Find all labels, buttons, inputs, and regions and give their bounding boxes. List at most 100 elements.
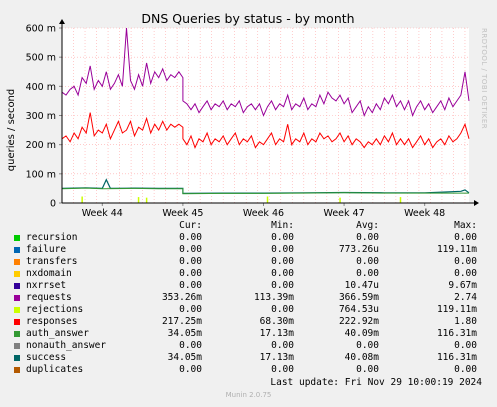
legend-max: 116.31m bbox=[436, 328, 477, 339]
legend-max: 0.00 bbox=[454, 268, 477, 279]
legend-cur: 0.00 bbox=[179, 232, 202, 243]
legend-row-recursion: recursion 0.00 0.00 0.00 0.00 bbox=[0, 232, 497, 244]
legend-swatch bbox=[14, 331, 20, 337]
legend-avg: 40.08m bbox=[344, 352, 379, 363]
legend-swatch bbox=[14, 355, 20, 361]
legend-cur: 353.26m bbox=[161, 292, 202, 303]
legend-name: responses bbox=[26, 316, 78, 327]
legend-row-duplicates: duplicates 0.00 0.00 0.00 0.00 bbox=[0, 364, 497, 376]
legend-min: 0.00 bbox=[271, 232, 294, 243]
chart-title: DNS Queries by status - by month bbox=[141, 11, 354, 26]
legend-max: 116.31m bbox=[436, 352, 477, 363]
legend-name: auth_answer bbox=[26, 328, 89, 339]
legend-swatch bbox=[14, 295, 20, 301]
legend-min: 0.00 bbox=[271, 256, 294, 267]
legend-min: 0.00 bbox=[271, 340, 294, 351]
chart-area: DNS Queries by status - by month queries… bbox=[0, 0, 497, 220]
legend-name: nxrrset bbox=[26, 280, 67, 291]
legend-min: 0.00 bbox=[271, 304, 294, 315]
legend-cur: 0.00 bbox=[179, 268, 202, 279]
legend-name: recursion bbox=[26, 232, 78, 243]
x-tick-label: Week 47 bbox=[324, 208, 365, 219]
legend-max: 0.00 bbox=[454, 256, 477, 267]
legend-name: nonauth_answer bbox=[26, 340, 107, 351]
y-axis-label: queries / second bbox=[6, 89, 17, 171]
legend-cur: 0.00 bbox=[179, 244, 202, 255]
legend-cur: 34.05m bbox=[167, 328, 202, 339]
legend-cur: 217.25m bbox=[161, 316, 202, 327]
legend-max: 0.00 bbox=[454, 364, 477, 375]
legend-swatch bbox=[14, 319, 20, 325]
legend-row-failure: failure 0.00 0.00 773.26u 119.11m bbox=[0, 244, 497, 256]
x-tick-label: Week 48 bbox=[404, 208, 445, 219]
legend-min: 0.00 bbox=[271, 244, 294, 255]
legend-swatch bbox=[14, 343, 20, 349]
x-tick-label: Week 44 bbox=[82, 208, 123, 219]
legend-swatch bbox=[14, 259, 20, 265]
legend-min: 0.00 bbox=[271, 268, 294, 279]
legend-row-responses: responses 217.25m 68.30m 222.92m 1.80 bbox=[0, 316, 497, 328]
legend-cur: 34.05m bbox=[167, 352, 202, 363]
y-tick-label: 300 m bbox=[26, 111, 56, 122]
x-tick-label: Week 45 bbox=[162, 208, 203, 219]
legend-min: 68.30m bbox=[259, 316, 294, 327]
legend-min: 0.00 bbox=[271, 364, 294, 375]
legend-swatch bbox=[14, 307, 20, 313]
legend-swatch bbox=[14, 367, 20, 373]
legend-name: duplicates bbox=[26, 364, 84, 375]
y-tick-label: 500 m bbox=[26, 53, 56, 64]
legend-swatch bbox=[14, 271, 20, 277]
legend-swatch bbox=[14, 283, 20, 289]
legend-cur: 0.00 bbox=[179, 256, 202, 267]
legend-cur: 0.00 bbox=[179, 364, 202, 375]
legend-cur: 0.00 bbox=[179, 340, 202, 351]
legend-header-cur: Cur: bbox=[179, 220, 202, 231]
legend-max: 9.67m bbox=[448, 280, 477, 291]
legend-header-avg: Avg: bbox=[356, 220, 379, 231]
legend-avg: 40.09m bbox=[344, 328, 379, 339]
legend-name: requests bbox=[26, 292, 72, 303]
legend-min: 113.39m bbox=[253, 292, 294, 303]
legend-header-min: Min: bbox=[271, 220, 294, 231]
legend-avg: 222.92m bbox=[338, 316, 379, 327]
legend-max: 1.80 bbox=[454, 316, 477, 327]
legend-row-nxrrset: nxrrset 0.00 0.00 10.47u 9.67m bbox=[0, 280, 497, 292]
legend-name: rejections bbox=[26, 304, 84, 315]
legend-row-transfers: transfers 0.00 0.00 0.00 0.00 bbox=[0, 256, 497, 268]
legend-row-requests: requests 353.26m 113.39m 366.59m 2.74 bbox=[0, 292, 497, 304]
legend-row-nonauth_answer: nonauth_answer 0.00 0.00 0.00 0.00 bbox=[0, 340, 497, 352]
y-tick-label: 100 m bbox=[26, 169, 56, 180]
legend-name: nxdomain bbox=[26, 268, 72, 279]
legend-row-auth_answer: auth_answer 34.05m 17.13m 40.09m 116.31m bbox=[0, 328, 497, 340]
legend-avg: 0.00 bbox=[356, 232, 379, 243]
legend-row-rejections: rejections 0.00 0.00 764.53u 119.11m bbox=[0, 304, 497, 316]
legend-max: 2.74 bbox=[454, 292, 477, 303]
legend-row-success: success 34.05m 17.13m 40.08m 116.31m bbox=[0, 352, 497, 364]
y-tick-label: 600 m bbox=[26, 24, 56, 35]
legend-name: transfers bbox=[26, 256, 78, 267]
legend-avg: 773.26u bbox=[338, 244, 379, 255]
legend-min: 17.13m bbox=[259, 352, 294, 363]
legend-header: Cur: Min: Avg: Max: bbox=[0, 220, 497, 232]
legend-max: 119.11m bbox=[436, 244, 477, 255]
y-tick-label: 400 m bbox=[26, 82, 56, 93]
legend-swatch bbox=[14, 235, 20, 241]
last-update: Last update: Fri Nov 29 10:00:19 2024 bbox=[270, 377, 482, 388]
legend-name: failure bbox=[26, 244, 67, 255]
legend-header-max: Max: bbox=[454, 220, 477, 231]
legend-cur: 0.00 bbox=[179, 304, 202, 315]
legend-avg: 0.00 bbox=[356, 256, 379, 267]
rrdtool-credit: RRDTOOL / TOBI OETIKER bbox=[480, 28, 488, 130]
x-tick-label: Week 46 bbox=[243, 208, 284, 219]
legend-max: 119.11m bbox=[436, 304, 477, 315]
legend-min: 0.00 bbox=[271, 280, 294, 291]
y-tick-label: 0 bbox=[50, 199, 56, 210]
legend-name: success bbox=[26, 352, 67, 363]
legend-avg: 764.53u bbox=[338, 304, 379, 315]
legend-avg: 0.00 bbox=[356, 268, 379, 279]
y-tick-label: 200 m bbox=[26, 140, 56, 151]
legend-min: 17.13m bbox=[259, 328, 294, 339]
legend-avg: 0.00 bbox=[356, 340, 379, 351]
legend-swatch bbox=[14, 247, 20, 253]
legend-max: 0.00 bbox=[454, 232, 477, 243]
